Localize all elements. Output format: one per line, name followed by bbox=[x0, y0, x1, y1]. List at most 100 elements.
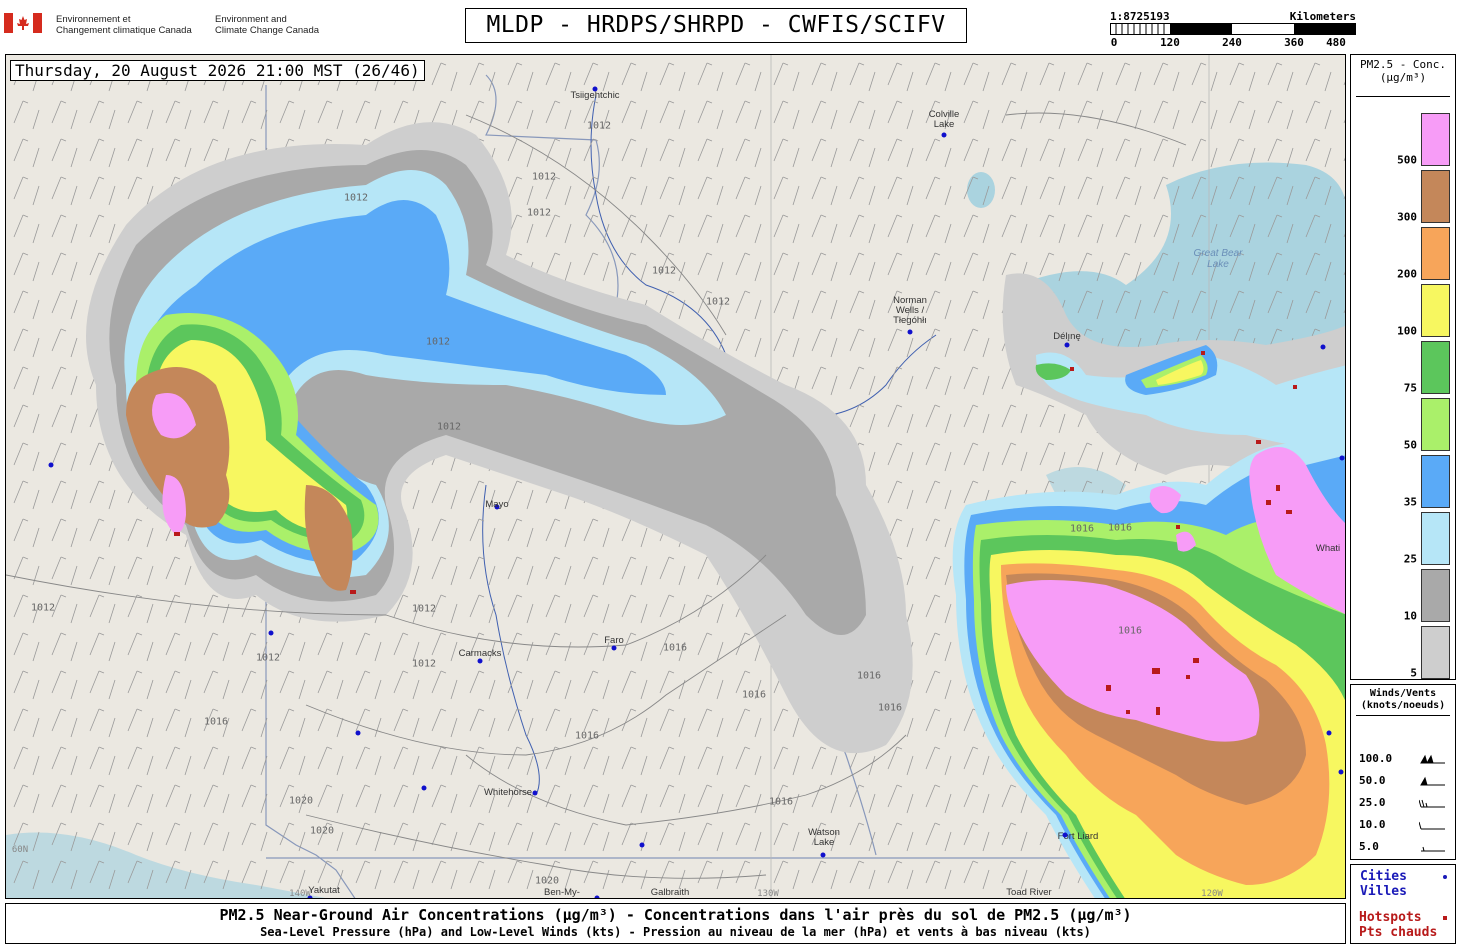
legend-divider bbox=[1356, 715, 1450, 716]
wind-speed-label: 50.0 bbox=[1359, 774, 1386, 787]
city-marker[interactable] bbox=[355, 730, 361, 736]
pm25-threshold-label: 300 bbox=[1397, 210, 1417, 224]
city-marker[interactable] bbox=[639, 842, 645, 848]
grid-label: 120W bbox=[1201, 889, 1223, 899]
isobar-label: 1016 bbox=[574, 730, 600, 742]
city-label: Watson Lake bbox=[808, 827, 840, 848]
city-label: Carmacks bbox=[458, 648, 502, 659]
city-marker[interactable] bbox=[1062, 832, 1068, 838]
city-marker[interactable] bbox=[1320, 344, 1326, 350]
wind-barb-50-icon bbox=[1420, 776, 1445, 786]
scale-tick: 0 bbox=[1110, 36, 1118, 49]
isobar-label: 1012 bbox=[425, 336, 451, 348]
isobar-label: 1020 bbox=[534, 875, 560, 887]
isobar-label: 1016 bbox=[856, 670, 882, 682]
pm25-legend-title: PM2.5 - Conc. (µg/m³) bbox=[1359, 58, 1447, 84]
city-label: Faro bbox=[604, 635, 624, 646]
isobar-label: 1020 bbox=[288, 795, 314, 807]
city-marker[interactable] bbox=[1338, 769, 1344, 775]
forecast-map[interactable]: Thursday, 20 August 2026 21:00 MST (26/4… bbox=[5, 54, 1346, 899]
isobar-label: 1016 bbox=[768, 796, 794, 808]
canada-flag-icon bbox=[4, 13, 42, 33]
wind-speed-label: 100.0 bbox=[1359, 752, 1393, 765]
wind-speed-label: 25.0 bbox=[1359, 796, 1386, 809]
scale-tick: 480 bbox=[1326, 36, 1346, 49]
city-marker[interactable] bbox=[477, 658, 483, 664]
pm25-swatch bbox=[1421, 341, 1450, 394]
grid-label: 60N bbox=[11, 845, 29, 855]
city-marker[interactable] bbox=[941, 132, 947, 138]
city-label: Délı̨nę bbox=[1053, 331, 1081, 342]
lake-label: Great Bear Lake bbox=[1193, 248, 1243, 270]
city-label: Colville Lake bbox=[928, 109, 960, 130]
city-label: Tsiigehtchic bbox=[570, 90, 620, 101]
city-marker[interactable] bbox=[1339, 455, 1345, 461]
scale-unit: Kilometers bbox=[1289, 10, 1356, 23]
city-marker[interactable] bbox=[1064, 342, 1070, 348]
city-label: Mayo bbox=[485, 499, 509, 510]
wind-legend-title: Winds/Vents (knots/noeuds) bbox=[1360, 688, 1446, 711]
scale-bar: 1:8725193 Kilometers 0 120 240 360 480 bbox=[1110, 10, 1356, 52]
pm25-swatch bbox=[1421, 455, 1450, 508]
map-base-layer bbox=[6, 55, 1345, 898]
wind-barb-100-icon bbox=[1420, 754, 1445, 764]
city-marker[interactable] bbox=[820, 852, 826, 858]
city-marker[interactable] bbox=[48, 462, 54, 468]
city-label: Whati bbox=[1315, 543, 1341, 554]
scale-ratio: 1:8725193 bbox=[1110, 10, 1170, 23]
pm25-threshold-label: 50 bbox=[1403, 438, 1417, 452]
pm25-threshold-label: 10 bbox=[1403, 609, 1417, 623]
city-marker[interactable] bbox=[907, 329, 913, 335]
grid-label: 130W bbox=[757, 889, 779, 899]
city-marker[interactable] bbox=[532, 790, 538, 796]
scale-graphic bbox=[1110, 23, 1356, 35]
city-label: Norman Wells / Tłegóhłı bbox=[893, 295, 927, 326]
hotspots-legend-label: Hotspots Pts chauds bbox=[1359, 910, 1438, 940]
city-label: Galbraith bbox=[650, 887, 690, 898]
isobar-label: 1016 bbox=[1107, 522, 1133, 534]
map-caption: PM2.5 Near-Ground Air Concentrations (µg… bbox=[5, 903, 1346, 944]
pm25-threshold-label: 75 bbox=[1403, 381, 1417, 395]
city-marker[interactable] bbox=[421, 785, 427, 791]
wind-legend: Winds/Vents (knots/noeuds) 100.0 50.0 25… bbox=[1350, 684, 1456, 860]
city-marker[interactable] bbox=[611, 645, 617, 651]
wind-speed-label: 10.0 bbox=[1359, 818, 1386, 831]
department-name-en: Environment and Climate Change Canada bbox=[215, 14, 320, 36]
model-title: MLDP - HRDPS/SHRPD - CWFIS/SCIFV bbox=[465, 8, 967, 43]
wind-barb-5-icon bbox=[1421, 846, 1445, 852]
city-label: Toad River bbox=[1006, 887, 1052, 898]
isobar-label: 1012 bbox=[436, 421, 462, 433]
eccc-logo: Environnement et Changement climatique C… bbox=[4, 12, 334, 38]
scale-tick: 120 bbox=[1160, 36, 1180, 49]
city-label: Whitehorse bbox=[483, 787, 533, 798]
pm25-threshold-label: 25 bbox=[1403, 552, 1417, 566]
isobar-label: 1012 bbox=[30, 602, 56, 614]
isobar-label: 1012 bbox=[651, 265, 677, 277]
isobar-label: 1012 bbox=[586, 120, 612, 132]
city-marker[interactable] bbox=[1326, 730, 1332, 736]
pm25-swatch bbox=[1421, 284, 1450, 337]
pm25-legend: PM2.5 - Conc. (µg/m³) 500 300 200 100 75 50 35… bbox=[1350, 54, 1456, 680]
hotspot-square-icon bbox=[1443, 916, 1447, 920]
wind-barb-10-icon bbox=[1419, 821, 1445, 830]
cities-legend-label: Cities Villes bbox=[1360, 869, 1407, 899]
wind-barb-25-icon bbox=[1419, 799, 1445, 808]
pm25-swatch bbox=[1421, 626, 1450, 679]
legend-divider bbox=[1356, 96, 1450, 97]
pm25-swatch bbox=[1421, 170, 1450, 223]
caption-line-2: Sea-Level Pressure (hPa) and Low-Level W… bbox=[260, 925, 1091, 939]
city-marker[interactable] bbox=[268, 630, 274, 636]
pm25-swatch bbox=[1421, 512, 1450, 565]
city-marker[interactable] bbox=[594, 895, 600, 898]
caption-line-1: PM2.5 Near-Ground Air Concentrations (µg… bbox=[219, 906, 1132, 924]
scale-tick: 360 bbox=[1284, 36, 1304, 49]
pm25-threshold-label: 5 bbox=[1410, 666, 1417, 680]
isobar-label: 1016 bbox=[662, 642, 688, 654]
forecast-timestamp: Thursday, 20 August 2026 21:00 MST (26/4… bbox=[10, 60, 425, 81]
pm25-threshold-label: 35 bbox=[1403, 495, 1417, 509]
isobar-label: 1016 bbox=[1069, 523, 1095, 535]
city-dot-icon bbox=[1443, 875, 1447, 879]
isobar-label: 1016 bbox=[877, 702, 903, 714]
city-label: Yakutat bbox=[308, 885, 340, 896]
department-name-fr: Environnement et Changement climatique C… bbox=[56, 14, 192, 36]
